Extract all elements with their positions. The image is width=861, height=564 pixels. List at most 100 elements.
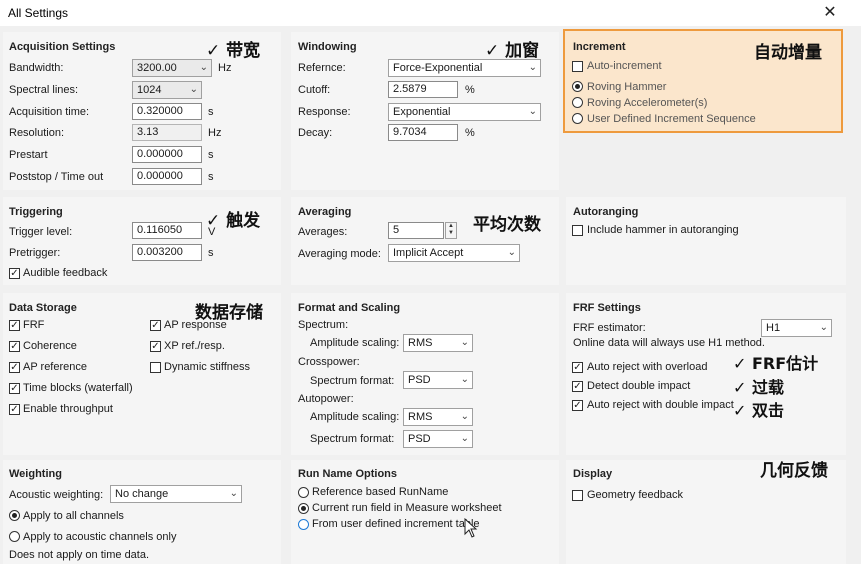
detect-double-impact-label: Detect double impact — [587, 380, 691, 392]
acq-time-label: Acquisition time: — [9, 106, 90, 118]
close-icon[interactable]: ✕ — [820, 2, 840, 22]
enable-throughput-checkbox[interactable]: ✓ — [9, 404, 20, 415]
averaging-mode-select[interactable]: Implicit Accept ⌄ — [388, 244, 520, 262]
acq-time-unit: s — [208, 106, 214, 118]
reference-label: Refernce: — [298, 62, 346, 74]
audible-feedback-checkbox[interactable]: ✓ — [9, 268, 20, 279]
apply-all-channels-radio[interactable] — [9, 510, 20, 521]
cutoff-unit: % — [465, 84, 475, 96]
xp-ref-resp-checkbox[interactable]: ✓ — [150, 341, 161, 352]
cutoff-label: Cutoff: — [298, 84, 331, 96]
spectrum-amplitude-label: Amplitude scaling: — [310, 337, 400, 349]
resolution-label: Resolution: — [9, 127, 65, 139]
title-bar: All Settings ✕ — [0, 0, 861, 26]
ap-reference-checkbox[interactable]: ✓ — [9, 362, 20, 373]
chevron-down-icon: ⌄ — [229, 488, 238, 499]
frf-checkbox[interactable]: ✓ — [9, 320, 20, 331]
roving-hammer-radio[interactable] — [572, 81, 583, 92]
acquisition-header: Acquisition Settings — [9, 41, 116, 53]
reference-runname-label: Reference based RunName — [312, 486, 449, 498]
geometry-feedback-checkbox[interactable] — [572, 490, 583, 501]
auto-increment-checkbox[interactable] — [572, 61, 583, 72]
spectrum-amplitude-select[interactable]: RMS ⌄ — [403, 334, 473, 352]
roving-accelerometer-label: Roving Accelerometer(s) — [587, 97, 708, 109]
auto-reject-overload-checkbox[interactable]: ✓ — [572, 362, 583, 373]
dynamic-stiffness-checkbox[interactable] — [150, 362, 161, 373]
frf-estimator-value: H1 — [766, 322, 781, 334]
autoranging-header: Autoranging — [573, 206, 639, 218]
windowing-header: Windowing — [298, 41, 357, 53]
include-hammer-checkbox[interactable] — [572, 225, 583, 236]
trigger-level-label: Trigger level: — [9, 226, 73, 238]
cutoff-input[interactable]: 2.5879 — [388, 81, 458, 98]
auto-reject-double-impact-checkbox[interactable]: ✓ — [572, 400, 583, 411]
spectral-lines-value: 1024 — [137, 84, 162, 96]
ap-reference-label: AP reference — [23, 361, 88, 373]
detect-double-impact-checkbox[interactable]: ✓ — [572, 381, 583, 392]
bandwidth-unit: Hz — [218, 62, 232, 74]
chevron-down-icon: ⌄ — [507, 247, 516, 258]
crosspower-label: Crosspower: — [298, 356, 360, 368]
increment-table-radio[interactable] — [298, 519, 309, 530]
reference-runname-radio[interactable] — [298, 487, 309, 498]
apply-all-channels-label: Apply to all channels — [23, 510, 124, 522]
trigger-level-unit: V — [208, 226, 216, 238]
acq-time-input[interactable]: 0.320000 — [132, 103, 202, 120]
bandwidth-label: Bandwidth: — [9, 62, 64, 74]
display-header: Display — [573, 468, 613, 480]
reference-select[interactable]: Force-Exponential ⌄ — [388, 59, 541, 77]
roving-accelerometer-radio[interactable] — [572, 97, 583, 108]
averages-spinner[interactable]: ▲ ▼ — [445, 222, 457, 239]
autopower-amplitude-label: Amplitude scaling: — [310, 411, 400, 423]
response-select[interactable]: Exponential ⌄ — [388, 103, 541, 121]
prestart-unit: s — [208, 149, 214, 161]
auto-reject-overload-label: Auto reject with overload — [587, 361, 708, 373]
mouse-cursor-icon — [464, 518, 478, 538]
coherence-checkbox[interactable]: ✓ — [9, 341, 20, 352]
autopower-label: Autopower: — [298, 393, 354, 405]
user-defined-sequence-radio[interactable] — [572, 113, 583, 124]
time-blocks-checkbox[interactable]: ✓ — [9, 383, 20, 394]
autopower-format-value: PSD — [408, 433, 431, 445]
chevron-down-icon: ⌄ — [819, 322, 828, 333]
autopower-amplitude-select[interactable]: RMS ⌄ — [403, 408, 473, 426]
poststop-input[interactable]: 0.000000 — [132, 168, 202, 185]
ap-response-label: AP response — [164, 319, 227, 331]
overload-annotation: ✓ 过载 — [733, 378, 784, 397]
display-annotation: 几何反馈 — [760, 461, 828, 481]
spectrum-label: Spectrum: — [298, 319, 349, 331]
decay-unit: % — [465, 127, 475, 139]
acoustic-weighting-select[interactable]: No change ⌄ — [110, 485, 242, 503]
format-header: Format and Scaling — [298, 302, 401, 314]
autopower-format-select[interactable]: PSD ⌄ — [403, 430, 473, 448]
frf-online-note: Online data will always use H1 method. — [573, 337, 765, 349]
apply-acoustic-only-label: Apply to acoustic channels only — [23, 531, 177, 543]
windowing-annotation: ✓ 加窗 — [485, 41, 540, 61]
decay-label: Decay: — [298, 127, 333, 139]
time-data-note: Does not apply on time data. — [9, 549, 150, 561]
pretrigger-input[interactable]: 0.003200 — [132, 244, 202, 261]
apply-acoustic-only-radio[interactable] — [9, 531, 20, 542]
chevron-down-icon: ⌄ — [460, 411, 469, 422]
frf-panel — [566, 293, 846, 455]
crosspower-format-select[interactable]: PSD ⌄ — [403, 371, 473, 389]
current-run-field-label: Current run field in Measure worksheet — [312, 502, 502, 514]
pretrigger-unit: s — [208, 247, 214, 259]
current-run-field-radio[interactable] — [298, 503, 309, 514]
trigger-level-input[interactable]: 0.116050 — [132, 222, 202, 239]
double-impact-annotation: ✓ 双击 — [733, 401, 784, 420]
reference-value: Force-Exponential — [393, 62, 483, 74]
frf-header: FRF Settings — [573, 302, 641, 314]
prestart-input[interactable]: 0.000000 — [132, 146, 202, 163]
frf-estimate-annotation: ✓ FRF估计 — [733, 354, 819, 373]
decay-input[interactable]: 9.7034 — [388, 124, 458, 141]
frf-estimator-select[interactable]: H1 ⌄ — [761, 319, 832, 337]
spectral-lines-select[interactable]: 1024 ⌄ — [132, 81, 202, 99]
data-storage-header: Data Storage — [9, 302, 77, 314]
averages-input[interactable]: 5 — [388, 222, 444, 239]
averaging-annotation: 平均次数 — [473, 215, 541, 235]
bandwidth-select[interactable]: 3200.00 ⌄ — [132, 59, 212, 77]
ap-response-checkbox[interactable]: ✓ — [150, 320, 161, 331]
bandwidth-value: 3200.00 — [137, 62, 177, 74]
autopower-format-label: Spectrum format: — [310, 433, 395, 445]
